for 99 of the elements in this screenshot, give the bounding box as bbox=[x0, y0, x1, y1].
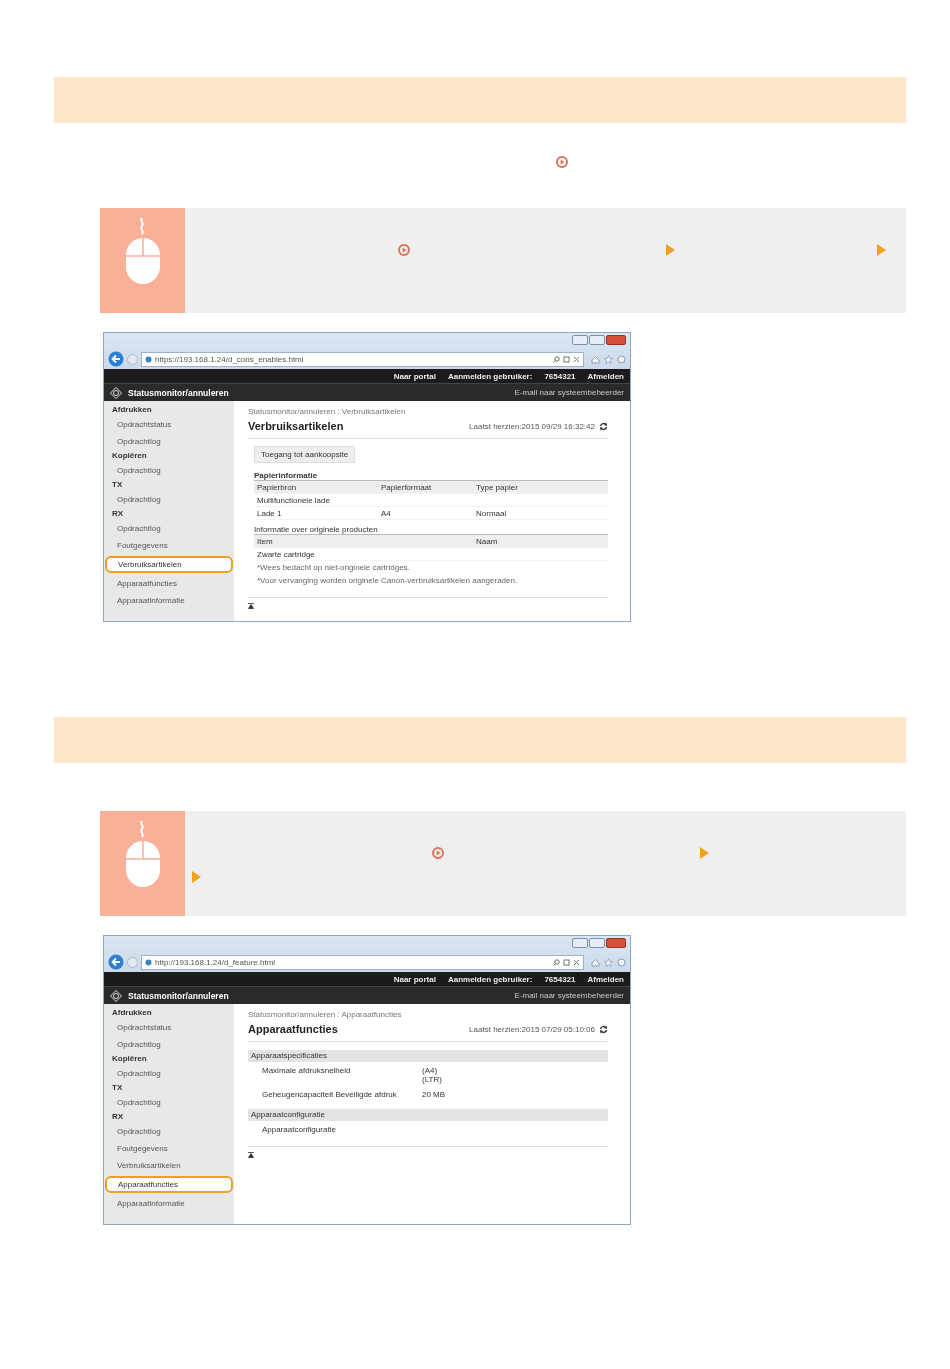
note-text: *Wees bedacht op niet-originele cartridges. bbox=[257, 562, 411, 574]
spec-label: Apparaatconfiguratie bbox=[262, 1125, 337, 1134]
sidebar-item[interactable]: Opdrachtlog bbox=[104, 1065, 234, 1082]
breadcrumb: Statusmonitor/annuleren : Verbruiksartikelen bbox=[248, 407, 407, 416]
sidebar-item[interactable]: Opdrachtstatus bbox=[104, 416, 234, 433]
last-updated: Laatst herzien:2015 09/29 16:32:42 bbox=[469, 421, 595, 431]
table-cell-text: Multifunctionele lade bbox=[256, 495, 331, 505]
email-link[interactable]: E-mail naar systeembeheerder bbox=[514, 991, 624, 1000]
search-icon[interactable] bbox=[553, 958, 560, 966]
table-cell-text: Normaal bbox=[475, 508, 508, 518]
home-icon[interactable] bbox=[591, 354, 600, 364]
forward-button[interactable] bbox=[127, 956, 138, 968]
arrow-icon bbox=[192, 871, 201, 883]
star-icon[interactable] bbox=[604, 957, 613, 967]
minimize-button[interactable] bbox=[572, 335, 588, 345]
column-header: Papierbron bbox=[256, 482, 298, 492]
table-title: Papierinformatie bbox=[254, 471, 319, 480]
menu-group-label: Afdrukken bbox=[111, 404, 153, 416]
table-cell-text: Lade 1 bbox=[256, 508, 283, 518]
sidebar-item[interactable]: Opdrachtlog bbox=[104, 462, 234, 479]
mouse-icon bbox=[124, 216, 161, 286]
menu-group-label: Kopiëren bbox=[111, 450, 148, 462]
breadcrumb: Statusmonitor/annuleren : Apparaatfuncties bbox=[248, 1010, 403, 1019]
close-button[interactable] bbox=[606, 938, 626, 948]
column-header: Type papier bbox=[475, 482, 519, 492]
sidebar-item[interactable]: Verbruiksartikelen bbox=[105, 556, 233, 573]
arrow-icon bbox=[666, 244, 675, 256]
search-icon[interactable] bbox=[553, 355, 560, 363]
column-header: Papierformaat bbox=[380, 482, 433, 492]
sidebar-item[interactable]: Foutgegevens bbox=[104, 1140, 234, 1157]
address-field[interactable]: https://193.168.1.24/d_cons_enables.html bbox=[141, 351, 584, 367]
portal-link[interactable]: Naar portal bbox=[393, 974, 436, 984]
app-title: Statusmonitor/annuleren bbox=[128, 990, 229, 1001]
logo-icon bbox=[110, 386, 122, 399]
menu-group-label: TX bbox=[111, 1082, 124, 1094]
sidebar-item[interactable]: Apparaatinformatie bbox=[104, 592, 234, 609]
logo-icon bbox=[110, 989, 122, 1002]
close-icon[interactable] bbox=[573, 355, 580, 363]
spec-value: (LTR) bbox=[422, 1075, 443, 1084]
mouse-icon bbox=[124, 819, 161, 889]
logout-link[interactable]: Afmelden bbox=[587, 974, 624, 984]
column-header: Item bbox=[256, 536, 274, 546]
back-button[interactable] bbox=[108, 351, 124, 367]
back-to-top-icon[interactable] bbox=[248, 603, 254, 609]
arrow-icon bbox=[877, 244, 886, 256]
column-header: Naam bbox=[475, 536, 499, 546]
sidebar-item[interactable]: Apparaatfuncties bbox=[104, 575, 234, 592]
back-button[interactable] bbox=[108, 954, 124, 970]
arrow-icon bbox=[700, 847, 709, 859]
home-icon[interactable] bbox=[591, 957, 600, 967]
menu-group-label: Kopiëren bbox=[111, 1053, 148, 1065]
star-icon[interactable] bbox=[604, 354, 613, 364]
section-header: Apparaatconfiguratie bbox=[248, 1109, 608, 1121]
spec-value: 20 MB bbox=[422, 1090, 447, 1099]
back-to-top-icon[interactable] bbox=[248, 1152, 254, 1158]
user-label: Aanmelden gebruiker: bbox=[447, 974, 533, 984]
sidebar-item[interactable]: Opdrachtlog bbox=[104, 1036, 234, 1053]
sidebar-item[interactable]: Foutgegevens bbox=[104, 537, 234, 554]
spec-label: Maximale afdruksnelheid bbox=[262, 1066, 352, 1077]
close-icon[interactable] bbox=[573, 958, 580, 966]
menu-group-label: Afdrukken bbox=[111, 1007, 153, 1019]
user-id: 7654321 bbox=[544, 974, 576, 984]
maximize-button[interactable] bbox=[589, 938, 605, 948]
address-field[interactable]: http://193.168.1.24/d_feature.html bbox=[141, 954, 584, 970]
sidebar-item[interactable]: Apparaatinformatie bbox=[104, 1195, 234, 1212]
menu-group-label: TX bbox=[111, 479, 124, 491]
user-label: Aanmelden gebruiker: bbox=[447, 371, 533, 381]
forward-button[interactable] bbox=[127, 353, 138, 365]
last-updated: Laatst herzien:2015 07/29 05:10:06 bbox=[469, 1024, 595, 1034]
page-icon bbox=[145, 355, 152, 363]
portal-link[interactable]: Naar portal bbox=[393, 371, 436, 381]
sidebar-item[interactable]: Opdrachtlog bbox=[104, 433, 234, 450]
user-id: 7654321 bbox=[544, 371, 576, 381]
sidebar-item[interactable]: Opdrachtlog bbox=[104, 491, 234, 508]
table-cell-text: Zwarte cartridge bbox=[256, 549, 316, 559]
section-header: Apparaatspecificaties bbox=[248, 1050, 608, 1062]
sidebar-item[interactable]: Opdrachtlog bbox=[104, 520, 234, 537]
logout-link[interactable]: Afmelden bbox=[587, 371, 624, 381]
menu-group-label: RX bbox=[111, 1111, 125, 1123]
email-link[interactable]: E-mail naar systeembeheerder bbox=[514, 388, 624, 397]
sidebar-item[interactable]: Apparaatfuncties bbox=[105, 1176, 233, 1193]
sidebar-item[interactable]: Opdrachtlog bbox=[104, 1094, 234, 1111]
page-title: Apparaatfuncties bbox=[248, 1023, 338, 1035]
sidebar-item[interactable]: Opdrachtstatus bbox=[104, 1019, 234, 1036]
purchase-button[interactable]: Toegang tot aankoopsite bbox=[254, 446, 356, 463]
sidebar-item[interactable]: Opdrachtlog bbox=[104, 1123, 234, 1140]
note-text: *Voor vervanging worden originele Canon-verbruiksartikelen aangeraden. bbox=[257, 575, 519, 587]
page-title: Verbruiksartikelen bbox=[248, 420, 344, 432]
table-cell-text: A4 bbox=[380, 508, 392, 518]
app-title: Statusmonitor/annuleren bbox=[128, 387, 229, 398]
table-title: Informatie over originele producten bbox=[254, 525, 379, 534]
spec-value: (A4) bbox=[422, 1066, 439, 1075]
close-button[interactable] bbox=[606, 335, 626, 345]
maximize-button[interactable] bbox=[589, 335, 605, 345]
sidebar-item[interactable]: Verbruiksartikelen bbox=[104, 1157, 234, 1174]
minimize-button[interactable] bbox=[572, 938, 588, 948]
page-icon bbox=[145, 958, 152, 966]
spec-label: Geheugencapaciteit Beveiligde afdruk bbox=[262, 1090, 398, 1099]
menu-group-label: RX bbox=[111, 508, 125, 520]
